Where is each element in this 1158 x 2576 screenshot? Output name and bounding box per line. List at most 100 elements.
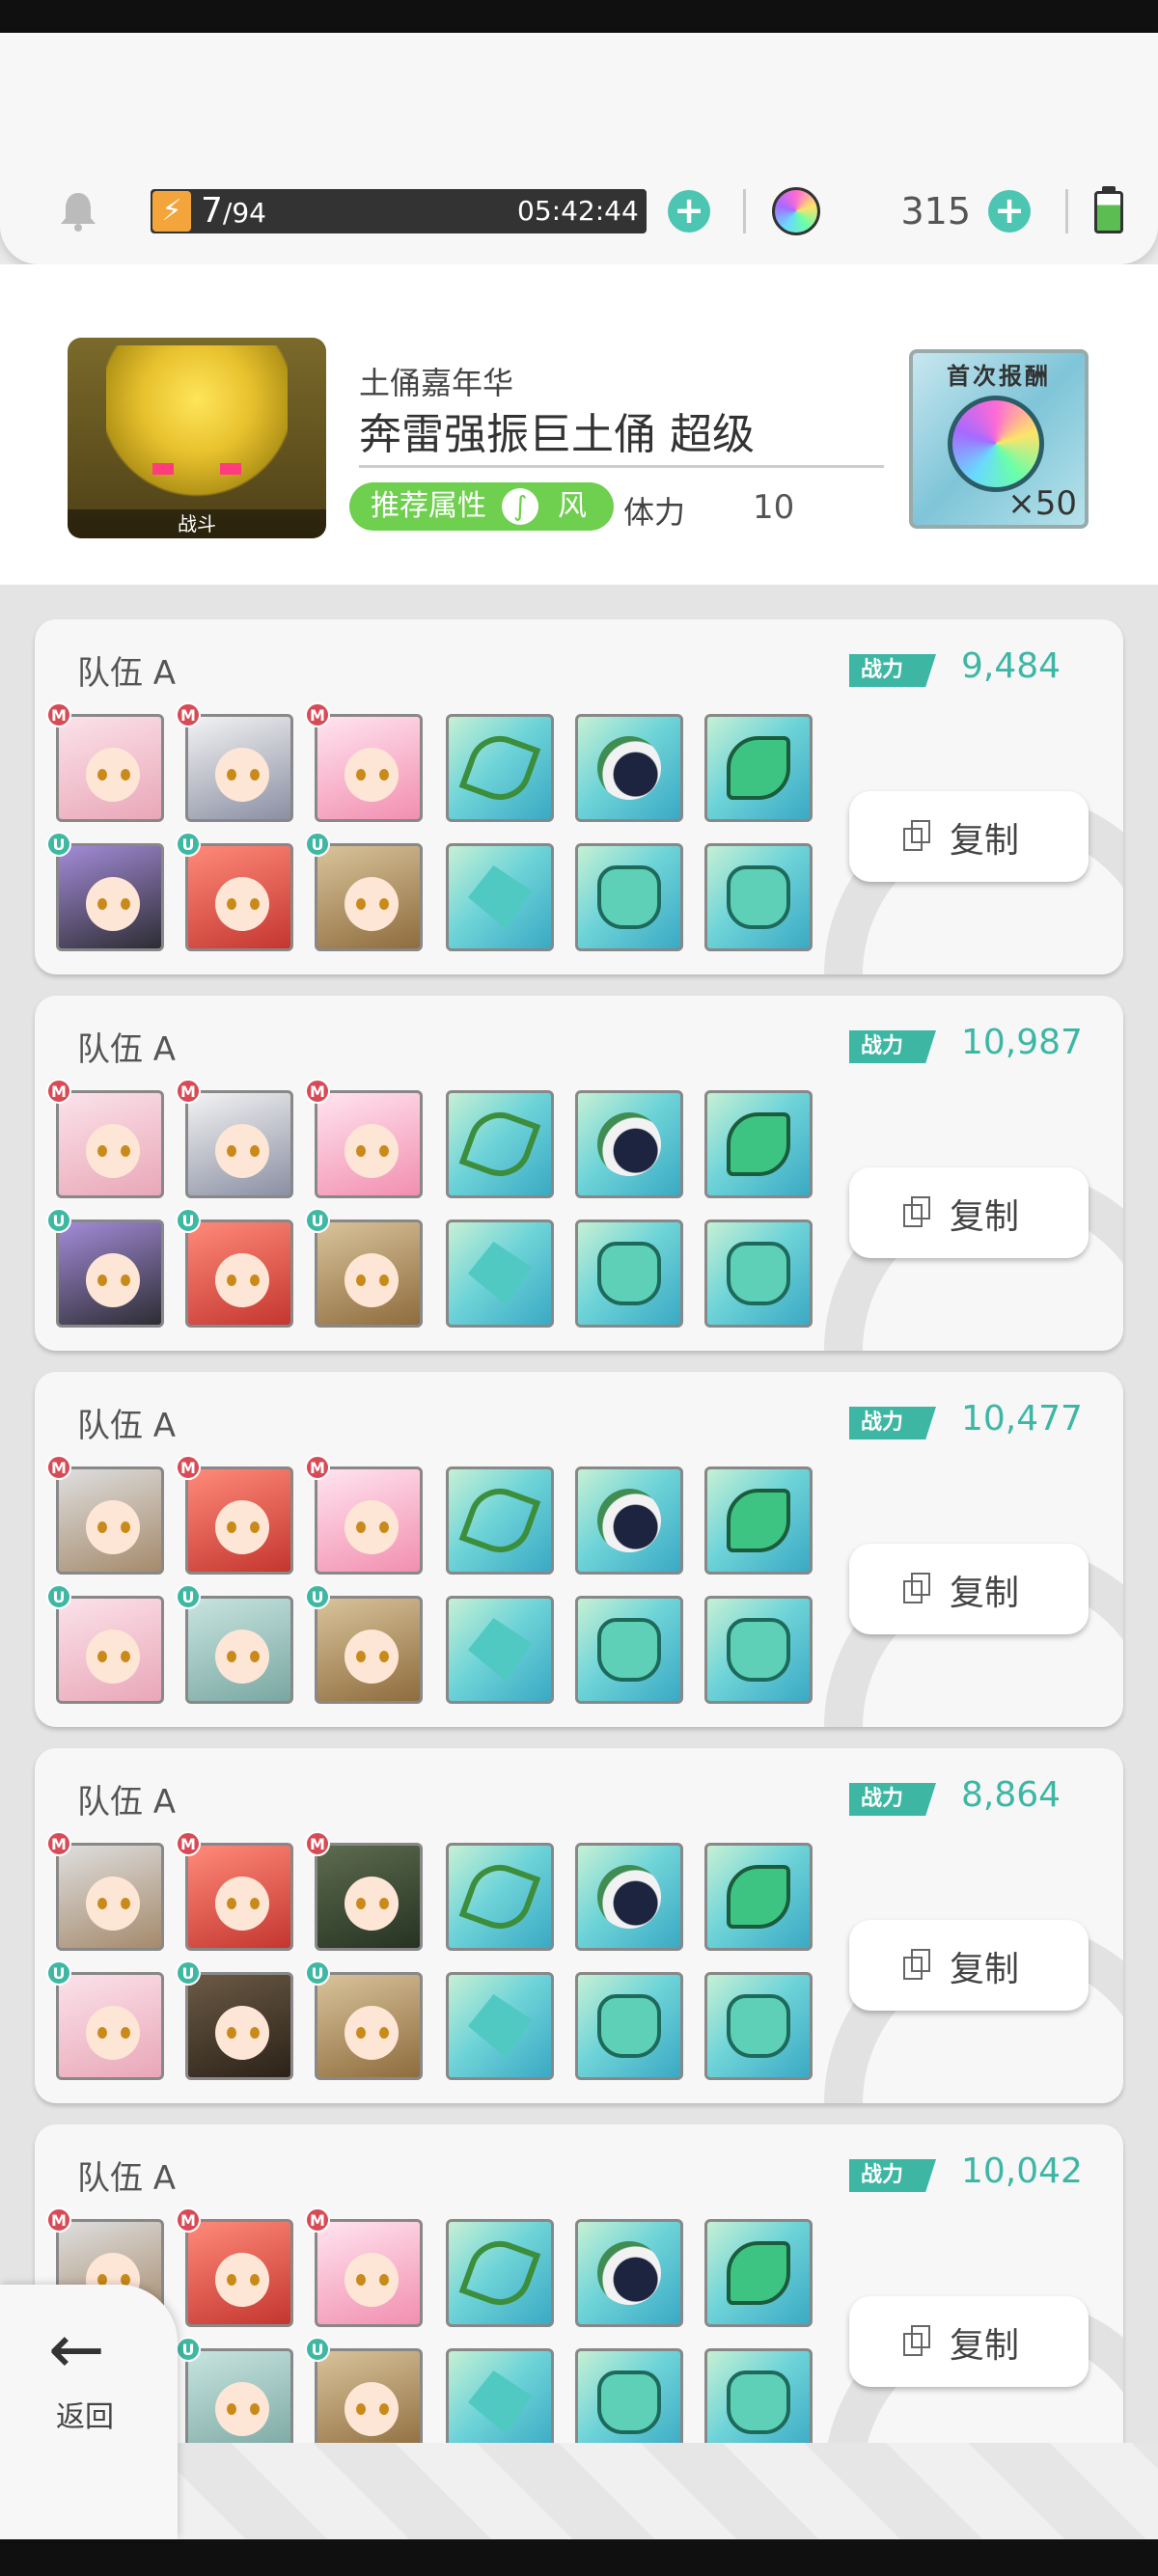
character-slot[interactable] [56,1596,164,1704]
character-slot[interactable] [315,1843,423,1951]
copy-button[interactable]: 复制 [849,791,1089,882]
stamina-timer: 05:42:44 [517,195,639,227]
character-slot[interactable] [315,1090,423,1198]
equipment-slot[interactable] [575,1843,683,1951]
equipment-slot[interactable] [446,2348,554,2456]
character-eye [379,2403,389,2415]
fish-icon [468,1618,532,1682]
equipment-slot[interactable] [575,2219,683,2327]
equipment-slot[interactable] [704,714,813,822]
equipment-slot[interactable] [575,2348,683,2456]
equipment-slot[interactable] [446,714,554,822]
bell-icon[interactable] [56,189,100,233]
equipment-slot[interactable] [575,1219,683,1328]
character-eye [97,1145,107,1157]
character-eye [356,2403,366,2415]
character-slot[interactable] [185,2219,293,2327]
equipment-slot[interactable] [704,2348,813,2456]
character-eye [121,769,130,781]
equipment-slot[interactable] [446,2219,554,2327]
equipment-slot[interactable] [446,1843,554,1951]
copy-button[interactable]: 复制 [849,1920,1089,2011]
equipment-slot[interactable] [704,1843,813,1951]
character-slot[interactable] [56,1843,164,1951]
equipment-slot[interactable] [704,1219,813,1328]
equipment-slot[interactable] [446,1219,554,1328]
copy-button[interactable]: 复制 [849,1544,1089,1634]
character-slot[interactable] [315,2219,423,2327]
power-badge: 战力 [849,1030,936,1063]
team-card[interactable]: 队伍 A 战力 8,864 M M M U U U 复制 [35,1748,1123,2103]
character-eye [356,769,366,781]
main-badge: M [46,702,71,727]
character-eye [379,898,389,910]
recommended-label: 推荐属性 [371,489,486,523]
character-slot[interactable] [315,714,423,822]
copy-button[interactable]: 复制 [849,2296,1089,2387]
character-portrait [345,1124,399,1178]
character-slot[interactable] [56,1219,164,1328]
add-stamina-plus-icon[interactable]: + [668,190,710,233]
character-slot[interactable] [56,1466,164,1575]
equipment-slot[interactable] [704,2219,813,2327]
character-slot[interactable] [185,1090,293,1198]
unison-badge: U [305,1208,330,1233]
copy-icon [903,1949,930,1980]
character-eye [121,1145,130,1157]
character-portrait [86,877,140,931]
team-card[interactable]: 队伍 A 战力 9,484 M M M U U U 复制 [35,619,1123,974]
equipment-slot[interactable] [704,1090,813,1198]
copy-icon [903,1573,930,1603]
fish-icon [468,1242,532,1305]
team-card[interactable]: 队伍 A 战力 10,477 M M M U U U 复制 [35,1372,1123,1727]
character-slot[interactable] [315,1466,423,1575]
character-slot[interactable] [56,714,164,822]
equipment-slot[interactable] [704,1596,813,1704]
character-slot[interactable] [185,1466,293,1575]
equipment-slot[interactable] [446,843,554,951]
equipment-slot[interactable] [575,843,683,951]
character-slot[interactable] [315,1596,423,1704]
add-gem-plus-icon[interactable]: + [988,190,1031,233]
character-eye [250,1651,260,1662]
character-slot[interactable] [315,1972,423,2080]
team-card[interactable]: 队伍 A 战力 10,987 M M M U U U 复制 [35,996,1123,1351]
equipment-slot[interactable] [446,1090,554,1198]
equipment-slot[interactable] [575,1090,683,1198]
character-slot[interactable] [315,2348,423,2456]
character-slot[interactable] [315,843,423,951]
stage-title: 奔雷强振巨土俑 超级 [359,410,755,459]
character-slot[interactable] [185,1219,293,1328]
character-slot[interactable] [185,2348,293,2456]
first-clear-reward[interactable]: 首次报酬 ×50 [909,349,1089,529]
character-slot[interactable] [56,1972,164,2080]
equipment-slot[interactable] [704,1466,813,1575]
equipment-slot[interactable] [575,1972,683,2080]
main-badge: M [176,702,201,727]
equipment-slot[interactable] [446,1466,554,1575]
equipment-slot[interactable] [704,843,813,951]
leaf-icon [727,1489,790,1552]
character-slot[interactable] [185,1843,293,1951]
equipment-slot[interactable] [446,1596,554,1704]
character-portrait [345,1253,399,1307]
equipment-slot[interactable] [575,1466,683,1575]
equipment-slot[interactable] [704,1972,813,2080]
character-slot[interactable] [185,1972,293,2080]
team-card[interactable]: 队伍 A战力10,042MMMUUU复制 [35,2124,1123,2480]
character-slot[interactable] [185,1596,293,1704]
character-slot[interactable] [185,843,293,951]
ring-icon [597,1112,661,1176]
character-slot[interactable] [56,1090,164,1198]
copy-button[interactable]: 复制 [849,1167,1089,1258]
character-slot[interactable] [315,1219,423,1328]
equipment-slot[interactable] [575,714,683,822]
equipment-slot[interactable] [446,1972,554,2080]
character-slot[interactable] [185,714,293,822]
character-slot[interactable] [56,843,164,951]
equipment-slot[interactable] [575,1596,683,1704]
character-eye [250,2274,260,2286]
back-button[interactable]: ← 返回 [0,2285,178,2539]
title-underline [359,465,884,468]
character-eye [379,2027,389,2039]
